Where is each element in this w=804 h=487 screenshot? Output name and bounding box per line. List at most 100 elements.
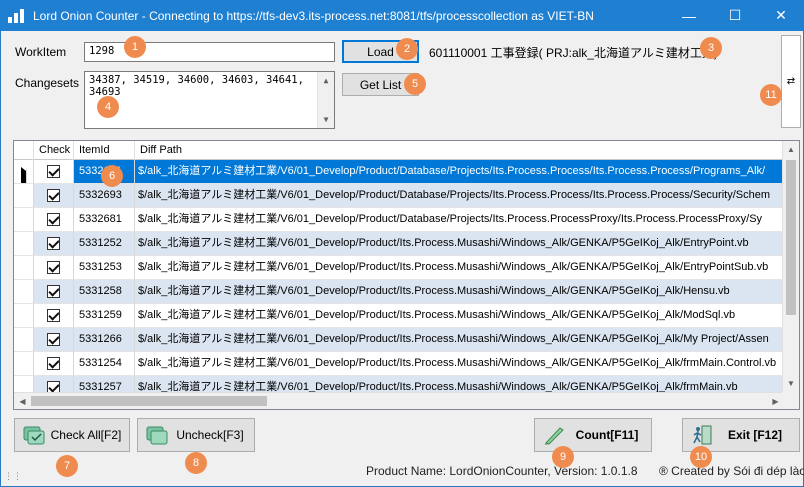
diff-path-cell[interactable]: $/alk_北海道アルミ建材工業/V6/01_Develop/Product/D… [135,208,784,231]
table-row[interactable]: 5331266 $/alk_北海道アルミ建材工業/V6/01_Develop/Pr… [14,328,784,352]
scroll-thumb[interactable] [31,396,267,406]
workitem-input[interactable]: 1298 [84,42,335,62]
app-bars-icon [8,8,24,23]
row-selector[interactable] [14,160,34,183]
diff-path-cell[interactable]: $/alk_北海道アルミ建材工業/V6/01_Develop/Product/I… [135,328,784,351]
diff-path-cell[interactable]: $/alk_北海道アルミ建材工業/V6/01_Develop/Product/D… [135,184,784,207]
row-checkbox[interactable] [47,381,60,392]
scroll-thumb[interactable] [786,160,796,315]
row-selector[interactable] [14,352,34,375]
diff-path-cell[interactable]: $/alk_北海道アルミ建材工業/V6/01_Develop/Product/D… [135,160,784,183]
table-row[interactable]: 5332681 $/alk_北海道アルミ建材工業/V6/01_Develop/Pr… [14,208,784,232]
diff-path-cell[interactable]: $/alk_北海道アルミ建材工業/V6/01_Develop/Product/I… [135,256,784,279]
minimize-button[interactable]: — [666,0,712,31]
itemid-cell[interactable]: 5332681 [74,208,135,231]
check-cell[interactable] [34,304,74,327]
header-diff-path[interactable]: Diff Path [135,141,784,160]
check-cell[interactable] [34,256,74,279]
changesets-textarea[interactable]: 34387, 34519, 34600, 34603, 34641, 34693… [84,71,335,129]
itemid-cell[interactable]: 5331259 [74,304,135,327]
changesets-value: 34387, 34519, 34600, 34603, 34641, 34693 [89,74,304,98]
table-row[interactable]: 5331254 $/alk_北海道アルミ建材工業/V6/01_Develop/Pr… [14,352,784,376]
header-check[interactable]: Check [34,141,74,160]
row-checkbox[interactable] [47,237,60,250]
current-row-arrow-icon [21,167,27,183]
scroll-left-icon[interactable]: ◀ [14,393,31,409]
row-checkbox[interactable] [47,309,60,322]
check-cell[interactable] [34,208,74,231]
main-form: WorkItem 1298 Load 601110001 工事登録( PRJ:a… [0,31,804,487]
check-cell[interactable] [34,328,74,351]
row-checkbox[interactable] [47,285,60,298]
grid-hscroll[interactable]: ◀ ▶ [14,392,784,409]
row-checkbox[interactable] [47,333,60,346]
row-checkbox[interactable] [47,165,60,178]
row-checkbox[interactable] [47,189,60,202]
check-cell[interactable] [34,280,74,303]
grid-vscroll[interactable]: ▲ ▼ [782,141,799,392]
row-checkbox[interactable] [47,261,60,274]
badge-11: 11 [760,84,782,106]
diff-grid[interactable]: Check ItemId Diff Path 5332681 $/alk_北海道ア… [13,140,800,410]
table-row[interactable]: 5332681 $/alk_北海道アルミ建材工業/V6/01_Develop/Pr… [14,160,784,184]
itemid-cell[interactable]: 5331253 [74,256,135,279]
workitem-info: 601110001 工事登録( PRJ:alk_北海道アルミ建材工業) [429,46,718,60]
uncheck-button[interactable]: Uncheck[F3] [137,418,255,452]
table-row[interactable]: 5331257 $/alk_北海道アルミ建材工業/V6/01_Develop/Pr… [14,376,784,392]
itemid-cell[interactable]: 5331252 [74,232,135,255]
check-cell[interactable] [34,184,74,207]
row-checkbox[interactable] [47,213,60,226]
uncheck-icon [146,426,168,445]
row-selector[interactable] [14,376,34,392]
itemid-cell[interactable]: 5331266 [74,328,135,351]
changesets-scrollbar[interactable]: ▲ ▼ [317,72,334,128]
resize-grip-icon[interactable]: ⋮⋮ [4,471,22,482]
itemid-cell[interactable]: 5332693 [74,184,135,207]
scroll-corner [782,392,799,409]
credit-text: ® Created by Sói đi dép lào [659,464,804,478]
table-row[interactable]: 5331252 $/alk_北海道アルミ建材工業/V6/01_Develop/Pr… [14,232,784,256]
diff-path-cell[interactable]: $/alk_北海道アルミ建材工業/V6/01_Develop/Product/I… [135,232,784,255]
exit-label: Exit [F12] [727,428,782,442]
badge-9: 9 [552,446,574,468]
table-row[interactable]: 5332693 $/alk_北海道アルミ建材工業/V6/01_Develop/Pr… [14,184,784,208]
scroll-up-icon[interactable]: ▲ [783,141,799,158]
row-selector[interactable] [14,208,34,231]
check-cell[interactable] [34,352,74,375]
row-selector[interactable] [14,328,34,351]
row-selector[interactable] [14,184,34,207]
table-row[interactable]: 5331259 $/alk_北海道アルミ建材工業/V6/01_Develop/Pr… [14,304,784,328]
diff-path-cell[interactable]: $/alk_北海道アルミ建材工業/V6/01_Develop/Product/I… [135,352,784,375]
row-selector[interactable] [14,256,34,279]
table-row[interactable]: 5331253 $/alk_北海道アルミ建材工業/V6/01_Develop/Pr… [14,256,784,280]
count-button[interactable]: Count[F11] [534,418,652,452]
scroll-up-icon[interactable]: ▲ [318,72,334,89]
badge-1: 1 [124,36,146,58]
itemid-cell[interactable]: 5331254 [74,352,135,375]
row-checkbox[interactable] [47,357,60,370]
row-selector[interactable] [14,232,34,255]
diff-path-cell[interactable]: $/alk_北海道アルミ建材工業/V6/01_Develop/Product/I… [135,376,784,392]
close-button[interactable]: ✕ [758,0,804,31]
itemid-cell[interactable]: 5331258 [74,280,135,303]
check-all-button[interactable]: Check All[F2] [14,418,130,452]
itemid-cell[interactable]: 5331257 [74,376,135,392]
scroll-down-icon[interactable]: ▼ [783,375,799,392]
row-selector[interactable] [14,304,34,327]
check-cell[interactable] [34,376,74,392]
header-row-selector [14,141,34,160]
product-info: Product Name: LordOnionCounter, Version:… [366,464,638,478]
badge-3: 3 [700,37,722,59]
table-row[interactable]: 5331258 $/alk_北海道アルミ建材工業/V6/01_Develop/Pr… [14,280,784,304]
header-itemid[interactable]: ItemId [74,141,135,160]
diff-path-cell[interactable]: $/alk_北海道アルミ建材工業/V6/01_Develop/Product/I… [135,280,784,303]
row-selector[interactable] [14,280,34,303]
check-cell[interactable] [34,160,74,183]
uncheck-label: Uncheck[F3] [176,428,244,442]
check-cell[interactable] [34,232,74,255]
side-toggle-button[interactable]: ⇄ [781,35,801,128]
badge-10: 10 [690,446,712,468]
diff-path-cell[interactable]: $/alk_北海道アルミ建材工業/V6/01_Develop/Product/I… [135,304,784,327]
maximize-button[interactable]: ☐ [712,0,758,31]
scroll-down-icon[interactable]: ▼ [318,111,334,128]
